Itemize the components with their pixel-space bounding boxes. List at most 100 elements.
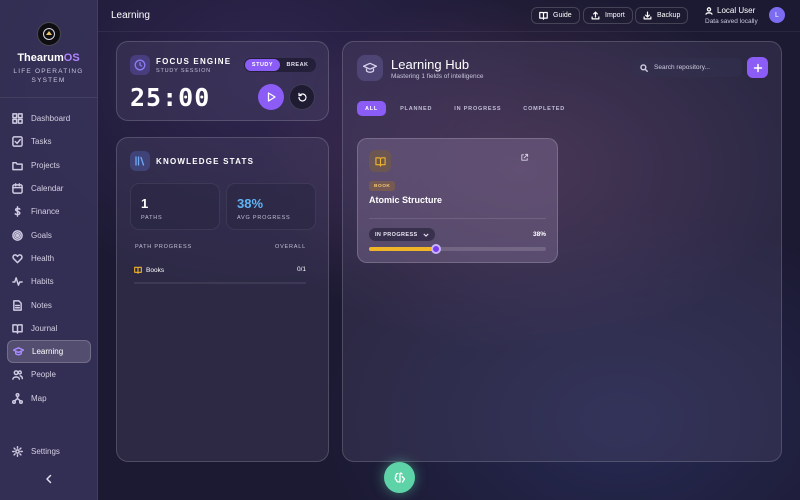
- path-count: 0/1: [296, 266, 306, 273]
- brand: ThearumOS LIFE OPERATING SYSTEM: [0, 0, 97, 98]
- graduation-cap-icon: [13, 347, 24, 356]
- collapse-sidebar-button[interactable]: [42, 472, 56, 486]
- break-mode-button[interactable]: BREAK: [280, 59, 315, 71]
- filter-tabs: ALL PLANNED IN PROGRESS COMPLETED: [357, 101, 579, 116]
- heart-icon: [12, 254, 23, 264]
- filter-planned[interactable]: PLANNED: [392, 101, 440, 116]
- sidebar-item-label: Settings: [31, 447, 60, 457]
- user-name: Local User: [705, 6, 758, 15]
- external-link-icon[interactable]: [520, 153, 529, 162]
- hub-title: Learning Hub: [391, 57, 470, 72]
- book-open-icon: [369, 150, 391, 172]
- brand-logo: [36, 22, 61, 46]
- sidebar-item-label: Map: [31, 393, 47, 403]
- sidebar-item-label: People: [31, 370, 56, 380]
- sidebar-item-projects[interactable]: Projects: [0, 154, 98, 177]
- sidebar-item-calendar[interactable]: Calendar: [0, 177, 98, 200]
- import-label: Import: [605, 12, 625, 19]
- sidebar-item-label: Notes: [31, 300, 52, 310]
- library-icon: [130, 151, 150, 171]
- focus-title: FOCUS ENGINE: [156, 57, 232, 66]
- sidebar-item-label: Projects: [31, 160, 60, 170]
- sidebar-item-map[interactable]: Map: [0, 387, 98, 410]
- avg-progress-stat: 38% AVG PROGRESS: [226, 183, 316, 230]
- divider: [369, 218, 546, 219]
- sidebar-item-habits[interactable]: Habits: [0, 270, 98, 293]
- knowledge-stats-card: KNOWLEDGE STATS 1 PATHS 38% AVG PROGRESS…: [116, 137, 329, 462]
- learning-item-card[interactable]: BOOK Atomic Structure IN PROGRESS 38%: [357, 138, 558, 263]
- study-mode-button[interactable]: STUDY: [245, 59, 280, 71]
- sidebar: ThearumOS LIFE OPERATING SYSTEM Dashboar…: [0, 0, 98, 500]
- sidebar-item-health[interactable]: Health: [0, 247, 98, 270]
- book-open-icon: [134, 266, 142, 274]
- avatar[interactable]: L: [769, 7, 785, 23]
- learning-hub-card: Learning Hub Mastering 1 fields of intel…: [342, 41, 782, 462]
- sidebar-item-notes[interactable]: Notes: [0, 293, 98, 316]
- check-square-icon: [12, 136, 23, 148]
- sidebar-item-finance[interactable]: Finance: [0, 200, 98, 223]
- progress-percent: 38%: [532, 231, 546, 238]
- timer-icon: [130, 55, 150, 75]
- chevron-left-icon: [46, 474, 52, 484]
- users-icon: [12, 370, 23, 381]
- page-title: Learning: [111, 10, 150, 21]
- focus-engine-card: FOCUS ENGINE STUDY SESSION STUDY BREAK 2…: [116, 41, 329, 121]
- search-input[interactable]: Search repository...: [632, 58, 742, 77]
- sidebar-item-dashboard[interactable]: Dashboard: [0, 107, 98, 130]
- file-text-icon: [13, 299, 22, 311]
- target-icon: [12, 229, 23, 241]
- plus-icon: [753, 63, 762, 72]
- sidebar-item-learning[interactable]: Learning: [7, 339, 91, 364]
- sidebar-nav: Dashboard Tasks Projects Calendar Financ…: [0, 107, 98, 410]
- sidebar-item-settings[interactable]: Settings: [0, 440, 98, 463]
- search-icon: [640, 63, 648, 72]
- chevron-down-icon: [423, 233, 429, 237]
- guide-label: Guide: [553, 12, 572, 19]
- avg-progress-label: AVG PROGRESS: [237, 215, 291, 221]
- filter-completed[interactable]: COMPLETED: [515, 101, 573, 116]
- calendar-icon: [12, 183, 23, 194]
- status-select[interactable]: IN PROGRESS: [369, 228, 435, 241]
- sidebar-item-label: Learning: [32, 347, 64, 357]
- play-icon: [267, 92, 276, 102]
- import-button[interactable]: Import: [583, 7, 633, 24]
- reset-button[interactable]: [289, 84, 315, 110]
- play-button[interactable]: [258, 84, 284, 110]
- progress-slider[interactable]: [369, 244, 546, 254]
- stats-title: KNOWLEDGE STATS: [156, 157, 255, 166]
- item-title: Atomic Structure: [369, 195, 443, 205]
- user-status: Data saved locally: [705, 18, 758, 25]
- upload-icon: [591, 11, 600, 20]
- rotate-icon: [297, 92, 307, 102]
- network-icon: [12, 392, 23, 404]
- graduation-cap-icon: [357, 55, 383, 81]
- mode-toggle: STUDY BREAK: [244, 58, 316, 72]
- add-path-button[interactable]: [747, 57, 768, 78]
- path-label: Books: [146, 266, 165, 274]
- focus-fab-button[interactable]: [384, 462, 415, 493]
- activity-icon: [12, 277, 23, 287]
- sidebar-item-journal[interactable]: Journal: [0, 317, 98, 340]
- hub-subtitle: Mastering 1 fields of intelligence: [391, 73, 484, 80]
- sidebar-item-people[interactable]: People: [0, 363, 98, 386]
- sidebar-item-label: Goals: [31, 230, 52, 240]
- paths-value: 1: [141, 196, 149, 211]
- guide-button[interactable]: Guide: [531, 7, 580, 24]
- topbar: Learning Guide Import Backup Local User …: [98, 0, 800, 32]
- timer-display: 25:00: [130, 83, 211, 112]
- filter-all[interactable]: ALL: [357, 101, 387, 116]
- type-badge: BOOK: [369, 181, 396, 191]
- filter-in-progress[interactable]: IN PROGRESS: [446, 101, 509, 116]
- path-progress-header: PATH PROGRESS OVERALL: [135, 244, 306, 250]
- grid-icon: [12, 113, 23, 124]
- sidebar-item-tasks[interactable]: Tasks: [0, 130, 98, 153]
- paths-stat: 1 PATHS: [130, 183, 220, 230]
- path-progress-row: Books 0/1: [134, 266, 306, 284]
- folder-icon: [12, 161, 23, 171]
- search-placeholder: Search repository...: [654, 64, 710, 71]
- gear-icon: [12, 446, 23, 458]
- progress-handle[interactable]: [431, 244, 442, 254]
- progress-fill: [369, 247, 437, 251]
- sidebar-item-goals[interactable]: Goals: [0, 223, 98, 246]
- backup-button[interactable]: Backup: [635, 7, 689, 24]
